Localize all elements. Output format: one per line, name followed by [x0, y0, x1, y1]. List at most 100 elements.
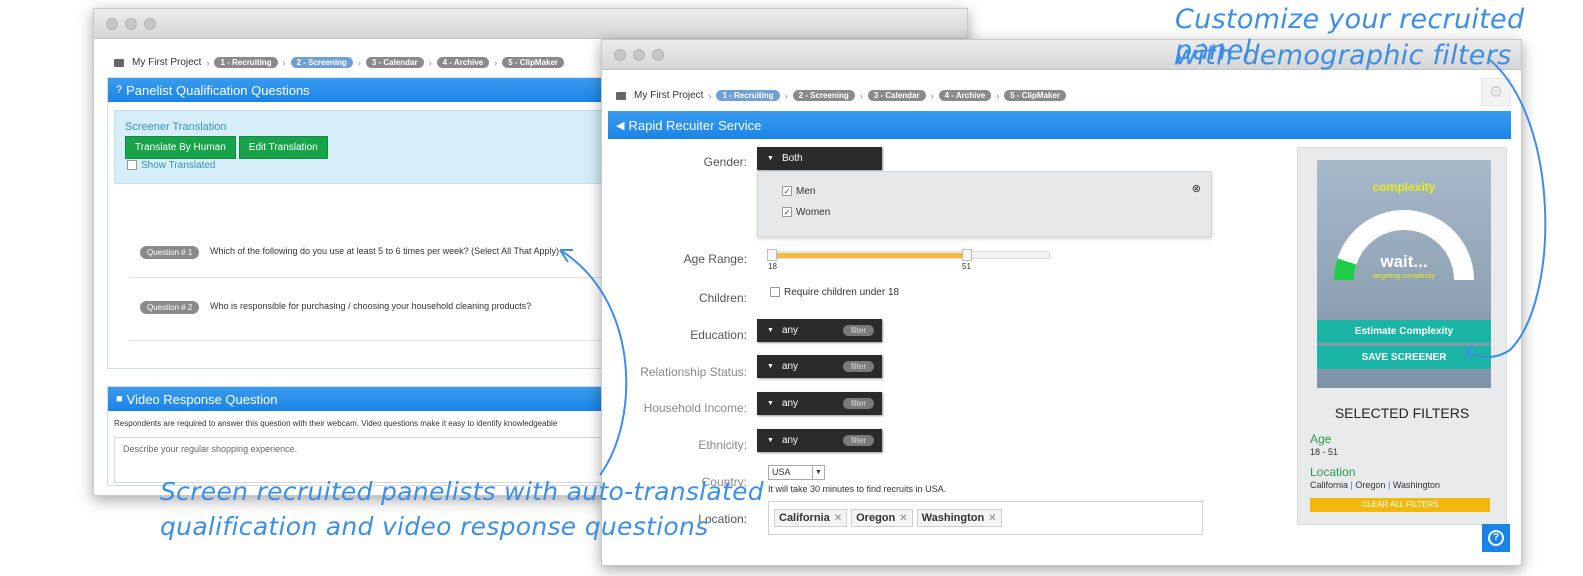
step-archive[interactable]: 4 - Archive — [938, 90, 992, 101]
close-window-dot[interactable] — [614, 49, 626, 61]
gender-dropdown[interactable]: ▼ Both — [757, 147, 882, 170]
breadcrumb-project[interactable]: My First Project — [132, 57, 201, 68]
age-min-value: 18 — [768, 262, 777, 271]
estimate-complexity-button[interactable]: Estimate Complexity — [1317, 320, 1491, 343]
location-tag: Oregon ✕ — [851, 509, 913, 527]
video-textarea-text: Describe your regular shopping experienc… — [123, 444, 298, 454]
age-min-handle[interactable] — [767, 249, 777, 261]
ethnicity-label: Ethnicity: — [698, 438, 747, 452]
remove-tag-icon[interactable]: ✕ — [988, 513, 996, 524]
annotation-top-right-line2: with demographic filters — [1175, 40, 1512, 71]
breadcrumb: My First Project › 1 - Recruiting › 2 - … — [114, 57, 565, 68]
maximize-window-dot[interactable] — [652, 49, 664, 61]
education-label: Education: — [690, 328, 747, 342]
location-tag: California ✕ — [774, 509, 848, 527]
income-label: Household Income: — [643, 401, 747, 415]
education-filter-button[interactable]: filter — [842, 325, 874, 336]
ethnicity-filter-button[interactable]: filter — [842, 435, 874, 446]
gauge-main-text: wait... — [1380, 252, 1428, 271]
edit-translation-button[interactable]: Edit Translation — [238, 136, 328, 159]
men-checkbox[interactable]: ✓ — [782, 186, 792, 197]
question-icon: ? — [116, 84, 123, 96]
selected-filters-title: SELECTED FILTERS — [1334, 405, 1470, 421]
question-text: Who is responsible for purchasing / choo… — [210, 301, 532, 311]
step-archive[interactable]: 4 - Archive — [436, 57, 490, 68]
gender-label: Gender: — [703, 155, 747, 169]
back-window-titlebar — [94, 9, 967, 39]
step-recruiting[interactable]: 1 - Recruiting — [214, 57, 278, 68]
close-window-dot[interactable] — [106, 18, 118, 30]
step-calendar[interactable]: 3 - Calendar — [365, 57, 424, 68]
location-filter-label: Location — [1310, 465, 1356, 479]
caret-down-icon: ▼ — [767, 400, 774, 407]
video-title: Video Response Question — [126, 391, 278, 407]
age-range-label: Age Range: — [683, 252, 747, 266]
show-translated-label: Show Translated — [141, 160, 216, 171]
income-dropdown[interactable]: ▼ any filter — [757, 392, 882, 415]
country-select[interactable]: USA ▼ — [768, 465, 825, 480]
show-translated-checkbox[interactable] — [127, 160, 137, 171]
children-label: Children: — [698, 291, 747, 305]
screener-translation-box: Screener Translation Translate By Human … — [114, 110, 622, 184]
age-range-slider[interactable] — [767, 249, 1050, 261]
question-badge: Question # 2 — [140, 301, 200, 314]
step-calendar[interactable]: 3 - Calendar — [867, 90, 926, 101]
step-screening[interactable]: 2 - Screening — [792, 90, 855, 101]
relationship-filter-button[interactable]: filter — [842, 361, 874, 372]
qualification-title: Panelist Qualification Questions — [126, 82, 310, 98]
step-recruiting[interactable]: 1 - Recruiting — [716, 90, 780, 101]
video-panel: ■ Video Response Question Respondents ar… — [107, 386, 627, 486]
age-max-value: 51 — [962, 262, 971, 271]
step-screening[interactable]: 2 - Screening — [290, 57, 353, 68]
qualification-header: ? Panelist Qualification Questions — [108, 78, 626, 102]
remove-tag-icon[interactable]: ✕ — [834, 513, 842, 524]
caret-down-icon: ▼ — [767, 437, 774, 444]
video-header: ■ Video Response Question — [108, 387, 626, 411]
step-clipmaker[interactable]: 5 - ClipMaker — [1004, 90, 1067, 101]
age-max-handle[interactable] — [962, 249, 972, 261]
ethnicity-dropdown[interactable]: ▼ any filter — [757, 429, 882, 452]
breadcrumb-project[interactable]: My First Project — [634, 90, 703, 101]
settings-gear-icon[interactable]: ⚙ — [1481, 78, 1511, 106]
remove-tag-icon[interactable]: ✕ — [899, 513, 907, 524]
complexity-title: complexity — [1372, 180, 1436, 194]
filters-side-panel: complexity wait... targeting complexity … — [1297, 147, 1507, 525]
men-label: Men — [796, 186, 816, 197]
caret-down-icon: ▼ — [767, 155, 774, 162]
folder-icon — [114, 58, 124, 67]
question-row[interactable]: Question # 1 Which of the following do y… — [130, 246, 620, 278]
relationship-dropdown[interactable]: ▼ any filter — [757, 355, 882, 378]
complexity-card: complexity wait... targeting complexity … — [1317, 160, 1491, 388]
video-camera-icon: ■ — [116, 393, 123, 405]
children-option-label: Require children under 18 — [784, 287, 900, 298]
screener-title: Screener Translation — [125, 121, 227, 133]
income-filter-button[interactable]: filter — [842, 398, 874, 409]
education-dropdown[interactable]: ▼ any filter — [757, 319, 882, 342]
question-badge: Question # 1 — [140, 246, 200, 259]
help-icon[interactable]: ? — [1482, 524, 1510, 552]
gauge-sub-text: targeting complexity — [1372, 273, 1436, 280]
annotation-bottom-left-line2: qualification and video response questio… — [160, 512, 709, 541]
step-clipmaker[interactable]: 5 - ClipMaker — [502, 57, 565, 68]
question-row[interactable]: Question # 2 Who is responsible for purc… — [130, 301, 620, 341]
location-tag: Washington ✕ — [916, 509, 1002, 527]
minimize-window-dot[interactable] — [633, 49, 645, 61]
children-checkbox[interactable] — [770, 287, 780, 298]
women-checkbox[interactable]: ✓ — [782, 207, 792, 218]
breadcrumb: My First Project › 1 - Recruiting › 2 - … — [616, 90, 1067, 101]
country-note: It will take 30 minutes to find recruits… — [768, 484, 947, 494]
minimize-window-dot[interactable] — [125, 18, 137, 30]
age-filter-value: 18 - 51 — [1310, 447, 1339, 457]
location-tag-input[interactable]: California ✕ Oregon ✕ Washington ✕ — [768, 501, 1203, 535]
clear-all-filters-button[interactable]: CLEAR ALL FILTERS — [1310, 498, 1490, 512]
translate-by-human-button[interactable]: Translate By Human — [125, 136, 236, 159]
save-screener-button[interactable]: SAVE SCREENER — [1317, 346, 1491, 369]
qualification-panel: ? Panelist Qualification Questions Scree… — [107, 77, 627, 369]
women-label: Women — [796, 207, 831, 218]
caret-down-icon: ▼ — [767, 363, 774, 370]
close-circle-icon[interactable]: ⊗ — [1192, 182, 1201, 195]
age-filter-label: Age — [1310, 432, 1332, 446]
rapid-recruiter-header: ◀ Rapid Recuiter Service — [608, 111, 1511, 139]
maximize-window-dot[interactable] — [144, 18, 156, 30]
annotation-bottom-left-line1: Screen recruited panelists with auto-tra… — [160, 477, 764, 506]
